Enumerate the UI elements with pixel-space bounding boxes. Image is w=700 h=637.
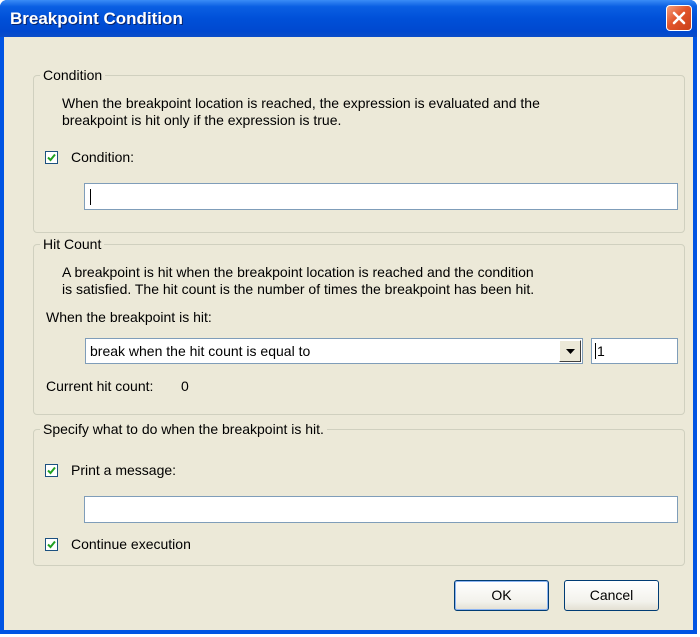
- close-icon: [672, 11, 686, 25]
- hit-count-description-line2: is satisfied. The hit count is the numbe…: [62, 281, 535, 297]
- continue-execution-label: Continue execution: [71, 536, 191, 552]
- text-caret: [90, 189, 91, 205]
- dialog-body: Condition When the breakpoint location i…: [4, 37, 693, 630]
- hit-condition-select[interactable]: break when the hit count is equal to: [85, 338, 583, 364]
- title-bar[interactable]: Breakpoint Condition: [0, 0, 697, 37]
- checkmark-icon: [47, 153, 56, 162]
- condition-description-line2: breakpoint is hit only if the expression…: [62, 112, 342, 128]
- checkmark-icon: [47, 466, 56, 475]
- hit-count-input[interactable]: 1: [591, 338, 678, 364]
- hit-count-group: Hit Count A breakpoint is hit when the b…: [33, 236, 685, 415]
- text-caret: [595, 343, 596, 359]
- condition-expression-input[interactable]: [84, 183, 678, 210]
- chevron-down-icon: [566, 349, 575, 354]
- condition-description-line1: When the breakpoint location is reached,…: [62, 95, 540, 111]
- cancel-button[interactable]: Cancel: [564, 580, 659, 611]
- action-group: Specify what to do when the breakpoint i…: [33, 421, 685, 566]
- hit-count-legend: Hit Count: [40, 236, 105, 252]
- when-hit-label: When the breakpoint is hit:: [46, 309, 212, 325]
- close-button[interactable]: [666, 5, 692, 31]
- ok-button[interactable]: OK: [454, 580, 549, 611]
- condition-checkbox[interactable]: [45, 151, 58, 164]
- print-message-label: Print a message:: [71, 462, 177, 478]
- action-legend: Specify what to do when the breakpoint i…: [40, 421, 327, 437]
- condition-checkbox-label: Condition:: [71, 149, 135, 165]
- hit-condition-selected: break when the hit count is equal to: [90, 343, 311, 359]
- condition-legend: Condition: [40, 67, 106, 83]
- breakpoint-condition-dialog: Breakpoint Condition Condition When the …: [0, 0, 697, 634]
- window-title: Breakpoint Condition: [10, 9, 183, 28]
- hit-count-value: 1: [597, 343, 605, 359]
- checkmark-icon: [47, 540, 56, 549]
- hit-count-description-line1: A breakpoint is hit when the breakpoint …: [62, 264, 534, 280]
- print-message-checkbox[interactable]: [45, 464, 58, 477]
- message-input[interactable]: [84, 496, 678, 523]
- current-hit-count-label: Current hit count:: [46, 378, 154, 394]
- continue-execution-checkbox[interactable]: [45, 538, 58, 551]
- current-hit-count-value: 0: [181, 378, 189, 394]
- condition-group: Condition When the breakpoint location i…: [33, 67, 685, 233]
- dropdown-button[interactable]: [559, 340, 581, 362]
